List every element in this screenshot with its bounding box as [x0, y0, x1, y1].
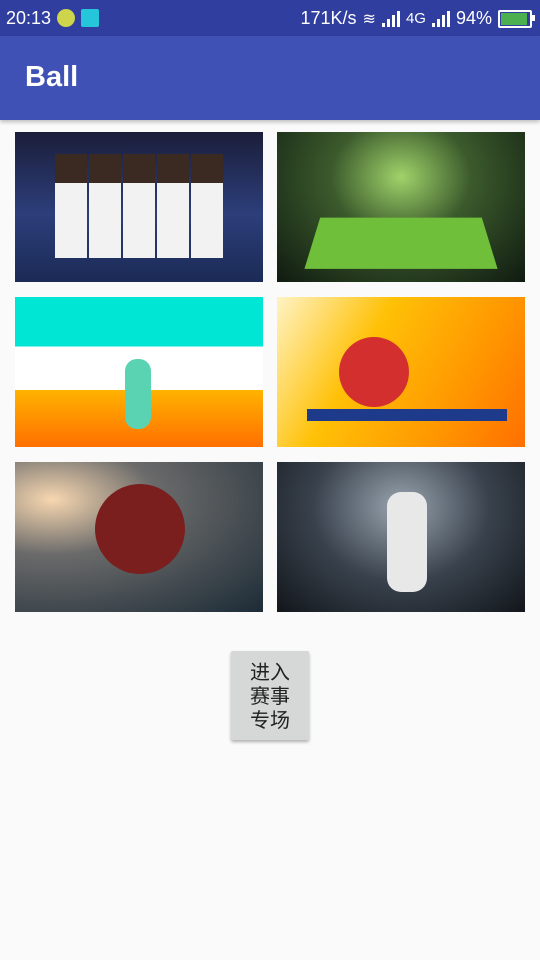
status-right-group: 171K/s ≋ 4G 94% — [300, 8, 535, 29]
battery-fill — [501, 12, 527, 25]
football-players-graphic — [95, 484, 185, 574]
app-title: Ball — [25, 61, 79, 93]
player-graphic — [339, 337, 409, 407]
american-football-image[interactable] — [15, 462, 263, 612]
signal-icon — [381, 10, 400, 27]
pitcher-graphic — [387, 492, 427, 592]
battery-icon — [498, 9, 535, 28]
table-tennis-image[interactable] — [277, 297, 525, 447]
network-type: 4G — [405, 10, 426, 27]
notification-icon — [57, 9, 75, 27]
app-bar: Ball — [0, 36, 540, 120]
players-graphic — [55, 154, 223, 258]
soccer-stadium-image[interactable] — [277, 132, 525, 282]
wifi-icon: ≋ — [362, 10, 376, 28]
net-speed: 171K/s — [300, 8, 357, 28]
pitch-graphic — [304, 217, 498, 269]
badminton-image[interactable] — [15, 297, 263, 447]
status-bar: 20:13 171K/s ≋ 4G 94% — [0, 0, 540, 36]
basketball-image[interactable] — [15, 132, 263, 282]
battery-percent: 94% — [455, 8, 492, 28]
status-time: 20:13 — [6, 8, 52, 28]
baseball-image[interactable] — [277, 462, 525, 612]
usb-icon — [81, 9, 99, 27]
signal-icon-2 — [431, 10, 450, 27]
enter-event-button[interactable]: 进入 赛事 专场 — [231, 651, 309, 740]
table-graphic — [307, 409, 507, 421]
shuttler-graphic — [125, 359, 151, 429]
